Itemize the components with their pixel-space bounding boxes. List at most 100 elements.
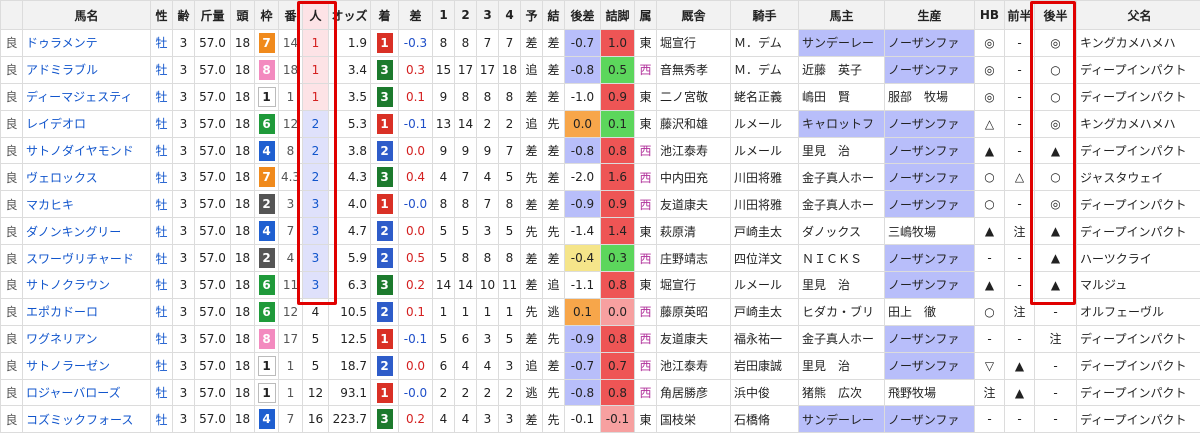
header-p4[interactable]: 4 — [498, 0, 521, 30]
cell-kishu: 浜中俊 — [730, 378, 799, 407]
cell-yo: 差 — [520, 324, 543, 353]
cell-p3: 3 — [476, 405, 499, 434]
cell-banushi: ＮＩＣＫＳ — [798, 244, 885, 273]
cell-ketsu: 先 — [542, 109, 565, 138]
cell-name[interactable]: ヴェロックス — [22, 163, 151, 192]
finish-badge: 3 — [376, 86, 393, 107]
cell-ban: 3 — [278, 190, 303, 219]
cell-nin: 5 — [302, 351, 329, 380]
cell-name[interactable]: レイデオロ — [22, 109, 151, 138]
cell-sa: -0.0 — [398, 190, 433, 219]
cell-age: 3 — [172, 55, 195, 84]
cell-to: 18 — [230, 351, 255, 380]
finish-badge: 1 — [376, 382, 393, 403]
cell-to: 18 — [230, 378, 255, 407]
waku-badge: 6 — [258, 274, 275, 295]
header-kishu[interactable]: 騎手 — [730, 0, 799, 30]
header-odds[interactable]: オッズ — [328, 0, 371, 30]
cell-age: 3 — [172, 297, 195, 326]
cell-odds: 3.5 — [328, 82, 371, 111]
header-chichi[interactable]: 父名 — [1076, 0, 1200, 30]
cell-zen: - — [1004, 405, 1035, 434]
cell-kou: ○ — [1034, 82, 1077, 111]
cell-tsume: 0.8 — [600, 136, 635, 165]
cell-p4: 2 — [498, 109, 521, 138]
header-zen[interactable]: 前半 — [1004, 0, 1035, 30]
header-kou[interactable]: 後半 — [1034, 0, 1077, 30]
header-hb[interactable]: HB — [974, 0, 1005, 30]
cell-chaku: 1 — [370, 109, 399, 138]
cell-ban: 4.3 — [278, 163, 303, 192]
header-sa[interactable]: 差 — [398, 0, 433, 30]
waku-badge: 8 — [258, 59, 275, 80]
cell-p1: 2 — [432, 378, 455, 407]
cell-p1: 4 — [432, 163, 455, 192]
header-p2[interactable]: 2 — [454, 0, 477, 30]
cell-p3: 1 — [476, 297, 499, 326]
cell-age: 3 — [172, 378, 195, 407]
header-chaku[interactable]: 着 — [370, 0, 399, 30]
header-name[interactable]: 馬名 — [22, 0, 151, 30]
header-nin[interactable]: 人 — [302, 0, 329, 30]
header-banushi[interactable]: 馬主 — [798, 0, 885, 30]
cell-name[interactable]: ダノンキングリー — [22, 217, 151, 246]
cell-gosa: 0.1 — [564, 297, 601, 326]
waku-badge: 2 — [258, 194, 275, 215]
cell-ketsu: 追 — [542, 271, 565, 299]
cell-name[interactable]: マカヒキ — [22, 190, 151, 219]
cell-kishu: 石橋脩 — [730, 405, 799, 434]
cell-zoku: 東 — [634, 109, 657, 138]
header-p3[interactable]: 3 — [476, 0, 499, 30]
cell-name[interactable]: コズミックフォース — [22, 405, 151, 434]
cell-kou: ○ — [1034, 163, 1077, 192]
cell-yo: 差 — [520, 405, 543, 434]
cell-kinryo: 57.0 — [194, 351, 231, 380]
cell-name[interactable]: ドゥラメンテ — [22, 29, 151, 57]
cell-chaku: 2 — [370, 351, 399, 380]
header-waku[interactable]: 枠 — [254, 0, 279, 30]
cell-name[interactable]: ロジャーバローズ — [22, 378, 151, 407]
cell-odds: 12.5 — [328, 324, 371, 353]
finish-badge: 2 — [376, 301, 393, 322]
table-row: 良サトノダイヤモンド牡 3 57.0 18 4 8 2 3.8 2 0.0 9 9 9 7 差差 -0.8 0.… — [0, 136, 1200, 165]
cell-name[interactable]: ディーマジェスティ — [22, 82, 151, 111]
cell-name[interactable]: アドミラブル — [22, 55, 151, 84]
cell-sa: 0.5 — [398, 244, 433, 273]
header-to[interactable]: 頭 — [230, 0, 255, 30]
cell-name[interactable]: サトノラーゼン — [22, 351, 151, 380]
cell-hb: ○ — [974, 190, 1005, 219]
header-ban[interactable]: 番 — [278, 0, 303, 30]
cell-zoku: 西 — [634, 351, 657, 380]
cell-name[interactable]: サトノダイヤモンド — [22, 136, 151, 165]
cell-yo: 先 — [520, 163, 543, 192]
cell-sa: 0.0 — [398, 136, 433, 165]
header-gosa[interactable]: 後差 — [564, 0, 601, 30]
header-yo[interactable]: 予 — [520, 0, 543, 30]
header-sex[interactable]: 性 — [150, 0, 173, 30]
cell-zen: - — [1004, 271, 1035, 299]
cell-name[interactable]: スワーヴリチャード — [22, 244, 151, 273]
header-tsume[interactable]: 詰脚 — [600, 0, 635, 30]
header-baba[interactable] — [0, 0, 23, 30]
finish-badge: 1 — [376, 328, 393, 349]
header-kinryo[interactable]: 斤量 — [194, 0, 231, 30]
cell-kyusha: 萩原清 — [656, 217, 731, 246]
header-kyusha[interactable]: 厩舎 — [656, 0, 731, 30]
cell-sa: 0.3 — [398, 55, 433, 84]
cell-name[interactable]: エポカドーロ — [22, 297, 151, 326]
header-seisan[interactable]: 生産 — [884, 0, 975, 30]
header-p1[interactable]: 1 — [432, 0, 455, 30]
header-ketsu[interactable]: 結 — [542, 0, 565, 30]
cell-gosa: -2.0 — [564, 163, 601, 192]
cell-name[interactable]: サトノクラウン — [22, 271, 151, 299]
cell-p4: 7 — [498, 29, 521, 57]
cell-to: 18 — [230, 217, 255, 246]
cell-name[interactable]: ワグネリアン — [22, 324, 151, 353]
cell-chichi: オルフェーヴル — [1076, 297, 1200, 326]
cell-ban: 8 — [278, 136, 303, 165]
header-age[interactable]: 齢 — [172, 0, 195, 30]
finish-badge: 3 — [376, 274, 393, 295]
cell-waku: 6 — [254, 271, 279, 299]
header-zoku[interactable]: 属 — [634, 0, 657, 30]
cell-sex: 牡 — [150, 244, 173, 273]
